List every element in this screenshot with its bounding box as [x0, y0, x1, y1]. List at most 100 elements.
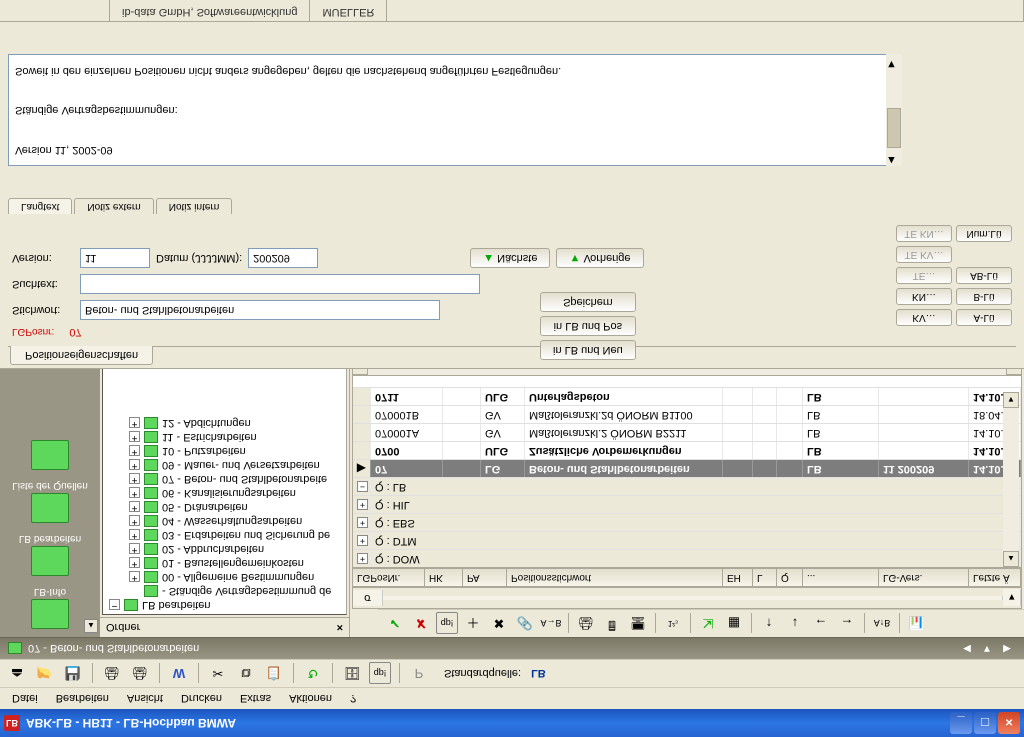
scroll-thumb[interactable]	[887, 108, 901, 148]
expand-icon[interactable]: +	[129, 516, 140, 527]
expand-icon[interactable]: +	[129, 474, 140, 485]
expand-icon[interactable]: +	[129, 544, 140, 555]
menu-aktionen[interactable]: Aktionen	[281, 691, 340, 707]
gt-screen-icon[interactable]: 🖥	[627, 613, 649, 635]
gt-down-icon[interactable]: ↓	[784, 613, 806, 635]
grid-group-row[interactable]: +Q : DOW	[353, 549, 1021, 567]
version-input[interactable]	[80, 248, 150, 268]
longtext-content[interactable]: Version 11, 2002-09 Ständige Vertragsbes…	[8, 54, 902, 166]
grid-group-row[interactable]: +Q : EBS	[353, 513, 1021, 531]
gt-field-icon[interactable]: qp!	[436, 613, 458, 635]
col-l[interactable]: L	[753, 569, 777, 586]
expand-icon[interactable]: +	[129, 418, 140, 429]
expand-icon[interactable]: +	[129, 502, 140, 513]
menu-drucken[interactable]: Drucken	[173, 691, 230, 707]
tree-item[interactable]: - Ständige Vertragsbestimmung de	[103, 584, 346, 598]
tab-langtext[interactable]: Langtext	[8, 198, 72, 214]
leftnav-quellen[interactable]: Liste der Quellen	[5, 476, 95, 527]
tab-positionseigenschaften[interactable]: Positionseigenschaften	[10, 346, 153, 365]
datum-input[interactable]	[248, 248, 318, 268]
tool-p-icon[interactable]: P	[408, 663, 430, 685]
tree-item[interactable]: +12 - Abdichtungen	[103, 416, 346, 430]
expand-icon[interactable]: +	[129, 488, 140, 499]
tree-item[interactable]: +05 - Dränarbeiten	[103, 500, 346, 514]
tool-copy-icon[interactable]: ⧉	[235, 663, 257, 685]
gt-right-icon[interactable]: →	[836, 613, 858, 635]
tree-item[interactable]: +09 - Mauer- und Versetzarbeiten	[103, 458, 346, 472]
leftnav-lbinfo[interactable]: LB-Info	[5, 582, 95, 633]
table-row[interactable]: 070001BGVMaßtoleranzkl.2d ÖNORM B1100LB1…	[353, 405, 1021, 423]
tekn-button[interactable]: TE KN…	[896, 225, 952, 242]
filter-dropdown-icon[interactable]: ▾	[1003, 590, 1021, 607]
expand-icon[interactable]: +	[357, 499, 368, 510]
grid-group-row[interactable]: +Q : DTM	[353, 531, 1021, 549]
menu-extras[interactable]: Extras	[232, 691, 279, 707]
expand-icon[interactable]: +	[357, 517, 368, 528]
col-lgposnr[interactable]: LGPosNr.	[353, 569, 425, 586]
tool-save-icon[interactable]: 💾	[62, 663, 84, 685]
gt-grid-icon[interactable]: ▦	[723, 613, 745, 635]
close-button[interactable]: ×	[998, 712, 1020, 734]
gt-left-icon[interactable]: ←	[810, 613, 832, 635]
grid-group-row[interactable]: +Q : HIL	[353, 495, 1021, 513]
gt-sort-icon[interactable]: A↑B	[871, 613, 893, 635]
in-lb-pos-button[interactable]: in LB und Pos	[540, 316, 636, 336]
col-lgvers[interactable]: LG-Vers.	[879, 569, 969, 586]
ablue-button[interactable]: AB-Lü	[956, 267, 1012, 284]
tool-refresh-icon[interactable]: ↻	[302, 663, 324, 685]
suchtext-input[interactable]	[80, 274, 480, 294]
collapse-icon[interactable]: −	[109, 600, 120, 611]
filter-icon[interactable]: σ	[353, 590, 383, 606]
tree-root[interactable]: −LB bearbeiten	[103, 598, 346, 612]
save-button[interactable]: Speichern	[540, 292, 636, 312]
gt-chart-icon[interactable]: 📊	[906, 613, 928, 635]
gt-calc-icon[interactable]: 🖩	[601, 613, 623, 635]
scroll-up-icon[interactable]: ▲	[1003, 551, 1019, 567]
tekv-button[interactable]: TE KV…	[896, 246, 952, 263]
maximize-button[interactable]: □	[974, 712, 996, 734]
scroll-down-icon[interactable]: ▼	[1003, 392, 1019, 408]
scroll-down-icon[interactable]: ▼	[886, 54, 902, 70]
grid-body[interactable]: +Q : DOW +Q : DTM +Q : EBS +Q : HIL −Q :…	[352, 375, 1022, 568]
tree-item[interactable]: +03 - Erdarbeiten und Sicherung be	[103, 528, 346, 542]
grid-vscroll[interactable]: ▲▼	[1003, 392, 1019, 567]
table-row[interactable]: 0700ULGZusätzliche VorbemerkungenLB14.10…	[353, 441, 1021, 459]
kv-button[interactable]: KV…	[896, 309, 952, 326]
gt-expand-icon[interactable]: ⇲	[697, 613, 719, 635]
kn-button[interactable]: KN…	[896, 288, 952, 305]
te-button[interactable]: TE…	[896, 267, 952, 284]
tool-wizard-icon[interactable]: W	[168, 663, 190, 685]
leftnav-extra[interactable]	[5, 434, 95, 474]
gt-up-icon[interactable]: ↑	[758, 613, 780, 635]
expand-icon[interactable]: +	[129, 446, 140, 457]
leftpanel-scroll-up-icon[interactable]: ▲	[84, 619, 98, 633]
tree-item[interactable]: +01 - Baustellengemeinkosten	[103, 556, 346, 570]
stichwort-input[interactable]	[80, 300, 440, 320]
grid-group-row[interactable]: −Q : LB	[353, 477, 1021, 495]
gt-cancel-icon[interactable]: ✘	[410, 613, 432, 635]
gt-link-icon[interactable]: 🔗	[514, 613, 536, 635]
tree-item[interactable]: +00 - Allgemeine Bestimmungen	[103, 570, 346, 584]
gt-123-icon[interactable]: 1²₃	[662, 613, 684, 635]
tree-close-icon[interactable]: ×	[337, 622, 343, 634]
tool-open-icon[interactable]: 📂	[34, 663, 56, 685]
tool-print-icon[interactable]: 🖨	[101, 663, 123, 685]
col-stichwort[interactable]: Positionsstichwort	[507, 569, 723, 586]
doc-nav-down-icon[interactable]: ▼	[978, 641, 996, 657]
col-hk[interactable]: HK	[425, 569, 463, 586]
collapse-icon[interactable]: −	[357, 481, 368, 492]
gt-plus-icon[interactable]: ＋	[462, 613, 484, 635]
alue-button[interactable]: A-Lü	[956, 309, 1012, 326]
tree-item[interactable]: +07 - Beton- und Stahlbetonarbeite	[103, 472, 346, 486]
expand-icon[interactable]: +	[129, 432, 140, 443]
tree-item[interactable]: +11 - Estricharbeiten	[103, 430, 346, 444]
expand-icon[interactable]: +	[129, 558, 140, 569]
minimize-button[interactable]: _	[950, 712, 972, 734]
numlue-button[interactable]: Num.Lü	[956, 225, 1012, 242]
menu-help[interactable]: ?	[342, 691, 364, 707]
tab-notiz-intern[interactable]: Notiz intern	[156, 198, 233, 214]
menu-ansicht[interactable]: Ansicht	[119, 691, 171, 707]
tree-item[interactable]: +02 - Abbrucharbeiten	[103, 542, 346, 556]
grid-filter-row[interactable]: σ ▾	[352, 587, 1022, 609]
doc-nav-right-icon[interactable]: ▶	[998, 641, 1016, 657]
